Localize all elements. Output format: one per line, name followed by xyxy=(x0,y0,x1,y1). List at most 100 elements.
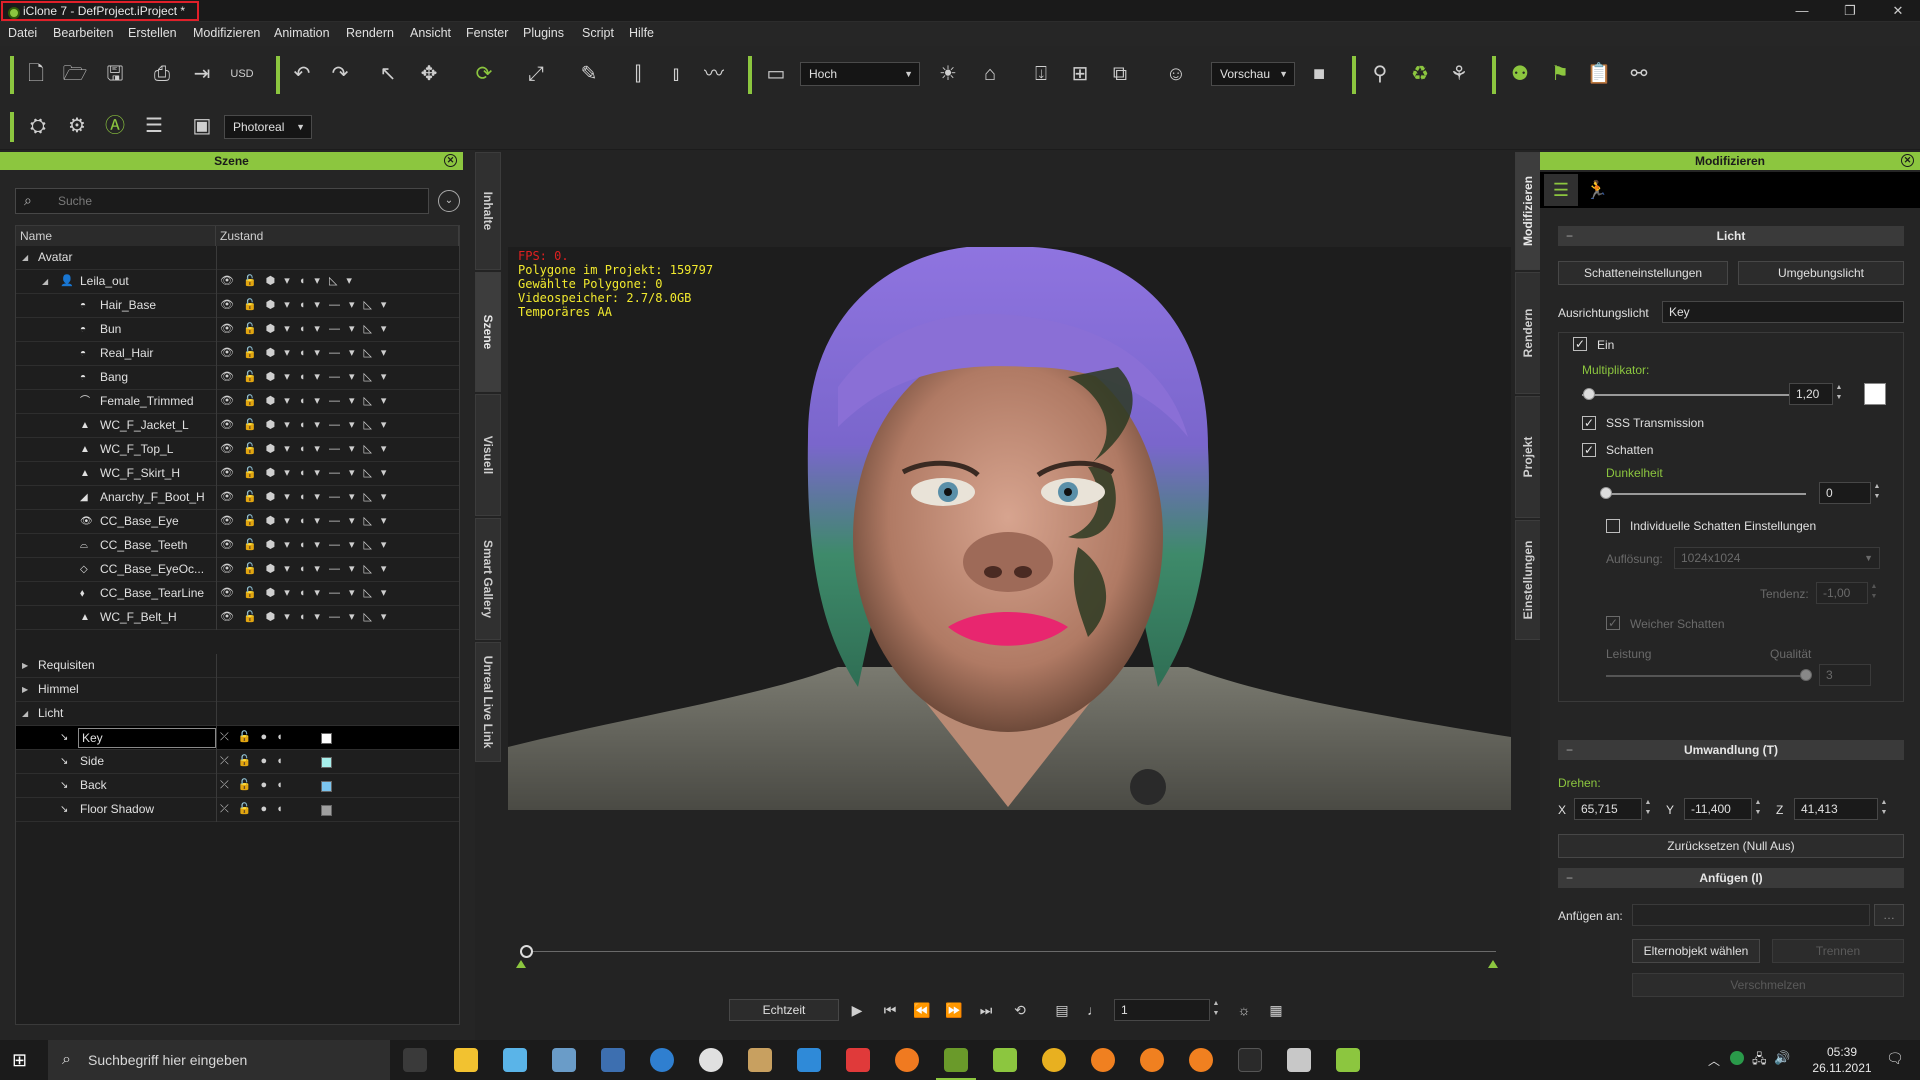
tree-row-props[interactable]: ▶ Requisiten xyxy=(16,654,459,678)
tab-modifizieren[interactable]: Modifizieren xyxy=(1515,152,1541,270)
resolution-dropdown[interactable]: 1024x1024 ▼ xyxy=(1674,547,1880,569)
frame-input[interactable]: 1 xyxy=(1114,999,1210,1021)
distribute-icon[interactable]: ⫾ xyxy=(662,60,690,88)
move-icon[interactable]: ✥ xyxy=(415,60,443,88)
merge-project-icon[interactable]: ⎙ xyxy=(148,60,176,88)
select-arrow-icon[interactable]: ↖ xyxy=(374,60,402,88)
blender-icon[interactable] xyxy=(1091,1048,1115,1072)
blink-icon[interactable]: 〰 xyxy=(700,60,728,88)
group-icon[interactable]: ⚘ xyxy=(1445,60,1473,88)
volume-icon[interactable]: 🔊 xyxy=(1774,1050,1790,1066)
shadow-checkbox[interactable]: ✓ xyxy=(1582,443,1596,457)
app-icon[interactable] xyxy=(1238,1048,1262,1072)
home-icon[interactable]: ⌂ xyxy=(976,60,1004,88)
app-icon[interactable] xyxy=(601,1048,625,1072)
search-settings-icon[interactable]: ⚙ xyxy=(63,112,91,140)
multiplier-slider[interactable] xyxy=(1582,394,1822,396)
state-icons[interactable]: ⤫🔓●◖ xyxy=(220,726,292,750)
individual-shadow-checkbox[interactable] xyxy=(1606,519,1620,533)
motion-icon[interactable]: ♻ xyxy=(1406,60,1434,88)
state-icons[interactable]: 👁🔓⬢▾◖▾—▾◺▾ xyxy=(220,558,395,582)
frame-selected-icon[interactable]: ⊞ xyxy=(1066,60,1094,88)
tab-einstellungen[interactable]: Einstellungen xyxy=(1515,520,1541,640)
quality-input[interactable]: 3 xyxy=(1819,664,1871,686)
menu-script[interactable]: Script xyxy=(582,26,614,40)
tree-row-mesh[interactable]: ▲ WC_F_Skirt_H 👁🔓⬢▾◖▾—▾◺▾ xyxy=(16,462,459,486)
close-panel-icon[interactable]: ✕ xyxy=(1901,154,1914,167)
fit-icon[interactable]: ⍗ xyxy=(1027,60,1055,88)
app-icon[interactable] xyxy=(699,1048,723,1072)
ambient-light-button[interactable]: Umgebungslicht xyxy=(1738,261,1904,285)
menu-erstellen[interactable]: Erstellen xyxy=(128,26,177,40)
tree-row-light-floor-shadow[interactable]: ↘ Floor Shadow ⤫🔓●◖ xyxy=(16,798,459,822)
pick-parent-icon[interactable]: ✎ xyxy=(575,60,603,88)
app-icon[interactable] xyxy=(552,1048,576,1072)
go-to-end-icon[interactable]: ⏭ xyxy=(972,996,1000,1024)
rotate-x-spinner[interactable]: ▲ ▼ xyxy=(1642,798,1654,820)
tree-row-mesh[interactable]: ⌒ Female_Trimmed 👁🔓⬢▾◖▾—▾◺▾ xyxy=(16,390,459,414)
tree-row-mesh[interactable]: ◓ Bun 👁🔓⬢▾◖▾—▾◺▾ xyxy=(16,318,459,342)
loop-icon[interactable]: ⟲ xyxy=(1006,996,1034,1024)
audio-icon[interactable]: ♩ xyxy=(1080,996,1108,1024)
chrome-icon[interactable] xyxy=(1042,1048,1066,1072)
attach-to-field[interactable] xyxy=(1632,904,1870,926)
new-file-icon[interactable]: 🗋 xyxy=(22,60,50,88)
open-folder-icon[interactable]: 🗁 xyxy=(61,60,89,88)
rotate-y-spinner[interactable]: ▲ ▼ xyxy=(1752,798,1764,820)
state-icons[interactable]: 👁🔓⬢▾◖▾—▾◺▾ xyxy=(220,582,395,606)
light-color-swatch[interactable] xyxy=(321,733,332,744)
state-icons[interactable]: 👁🔓⬢▾◖▾—▾◺▾ xyxy=(220,414,395,438)
quality-slider[interactable] xyxy=(1606,675,1806,677)
menu-modifizieren[interactable]: Modifizieren xyxy=(193,26,260,40)
state-icons[interactable]: 👁🔓⬢▾◖▾—▾◺▾ xyxy=(220,462,395,486)
rotate-z-spinner[interactable]: ▲ ▼ xyxy=(1878,798,1890,820)
state-icons[interactable]: 👁🔓⬢▾◖▾—▾◺▾ xyxy=(220,534,395,558)
calendar-icon[interactable]: ▣ xyxy=(188,112,216,140)
expand-triangle-icon[interactable]: ◢ xyxy=(22,702,28,725)
range-start-marker[interactable] xyxy=(516,960,526,968)
play-icon[interactable]: ▶ xyxy=(843,996,871,1024)
flag-icon[interactable]: ⚑ xyxy=(1546,60,1574,88)
tree-row-mesh[interactable]: 👁 CC_Base_Eye 👁🔓⬢▾◖▾—▾◺▾ xyxy=(16,510,459,534)
blender-icon[interactable] xyxy=(1140,1048,1164,1072)
pose-icon[interactable]: ⚲ xyxy=(1366,60,1394,88)
state-icons[interactable]: ⤫🔓●◖ xyxy=(220,774,292,798)
tree-row-mesh[interactable]: ▲ WC_F_Belt_H 👁🔓⬢▾◖▾—▾◺▾ xyxy=(16,606,459,630)
undo-icon[interactable]: ↶ xyxy=(288,60,316,88)
app-icon[interactable] xyxy=(650,1048,674,1072)
tree-row-mesh[interactable]: ◓ Bang 👁🔓⬢▾◖▾—▾◺▾ xyxy=(16,366,459,390)
collapsed-triangle-icon[interactable]: ▶ xyxy=(22,654,28,677)
light-color-swatch[interactable] xyxy=(321,781,332,792)
tree-row-mesh[interactable]: ◓ Hair_Base 👁🔓⬢▾◖▾—▾◺▾ xyxy=(16,294,459,318)
state-icons[interactable]: 👁🔓⬢▾◖▾—▾◺▾ xyxy=(220,486,395,510)
camera-face-icon[interactable]: ☺ xyxy=(1162,60,1190,88)
tree-row-sky[interactable]: ▶ Himmel xyxy=(16,678,459,702)
align-icon[interactable]: ⫿ xyxy=(624,60,652,88)
app-icon[interactable] xyxy=(748,1048,772,1072)
state-icons[interactable]: 👁🔓⬢▾◖▾—▾◺▾ xyxy=(220,438,395,462)
close-button[interactable]: ✕ xyxy=(1878,0,1918,22)
tab-unreal-live-link[interactable]: Unreal Live Link xyxy=(475,642,501,762)
tree-row-light-key[interactable]: ↘ Key ⤫🔓●◖ xyxy=(16,726,459,750)
darkness-slider-knob[interactable] xyxy=(1600,487,1612,499)
task-view-icon[interactable] xyxy=(403,1048,427,1072)
column-name[interactable]: Name xyxy=(16,226,216,246)
state-icons[interactable]: ⤫🔓●◖ xyxy=(220,750,292,774)
range-end-marker[interactable] xyxy=(1488,960,1498,968)
soft-shadow-checkbox[interactable]: ✓ xyxy=(1606,616,1620,630)
menu-rendern[interactable]: Rendern xyxy=(346,26,394,40)
bias-input[interactable]: -1,00 xyxy=(1816,582,1868,604)
light-color-swatch[interactable] xyxy=(321,805,332,816)
state-icons[interactable]: 👁🔓⬢▾◖▾—▾◺▾ xyxy=(220,510,395,534)
gizmo-icon[interactable]: ⧉ xyxy=(1106,60,1134,88)
menu-animation[interactable]: Animation xyxy=(274,26,330,40)
attach-browse-button[interactable]: … xyxy=(1874,904,1904,926)
state-icons[interactable]: 👁🔓⬢▾◖▾—▾◺▾ xyxy=(220,366,395,390)
bias-spinner[interactable]: ▲ ▼ xyxy=(1868,582,1880,604)
multiplier-spinner[interactable]: ▲ ▼ xyxy=(1833,383,1845,405)
shadow-settings-button[interactable]: Schatteneinstellungen xyxy=(1558,261,1728,285)
character-icon[interactable]: ⚉ xyxy=(1506,60,1534,88)
app-icon[interactable] xyxy=(1336,1048,1360,1072)
clipboard-icon[interactable]: 📋 xyxy=(1585,60,1613,88)
render-mode-dropdown[interactable]: Photoreal ▼ xyxy=(224,115,312,139)
